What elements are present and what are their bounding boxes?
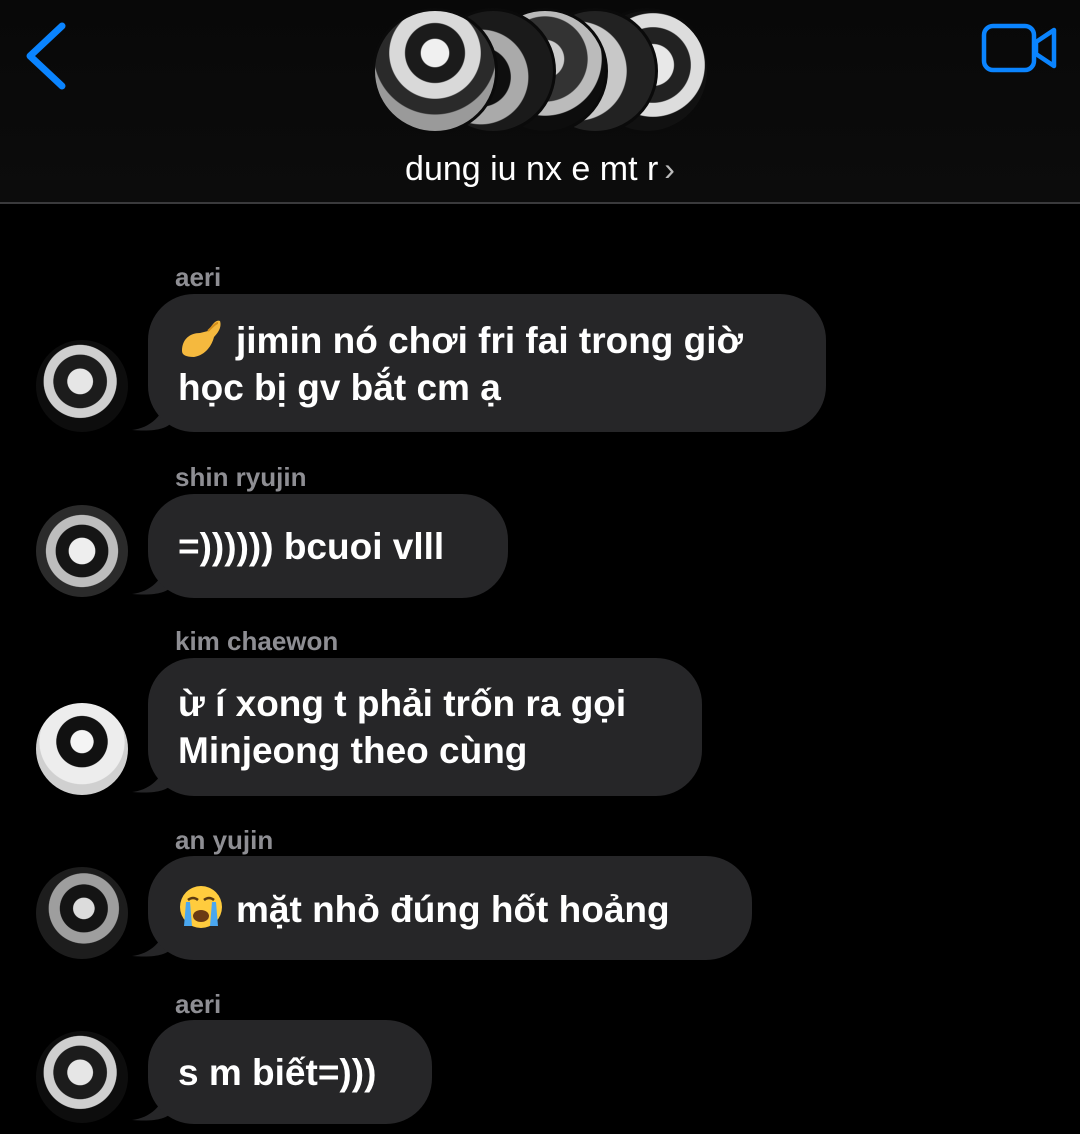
message-bubble[interactable]: mặt nhỏ đúng hốt hoảng (148, 856, 752, 960)
group-name-label: dung iu nx e mt r (405, 150, 659, 188)
loudly-crying-face-emoji-icon (180, 885, 222, 928)
message-bubble[interactable]: =)))))) bcuoi vlll (148, 494, 508, 598)
message-line: ừ í xong t phải trốn ra gọi (178, 683, 627, 724)
pinching-hand-emoji-icon (182, 320, 221, 357)
sender-name: aeri (175, 262, 222, 292)
sender-name: kim chaewon (175, 626, 339, 656)
message-bubble[interactable]: ừ í xong t phải trốn ra gọi Minjeong the… (148, 658, 702, 796)
message-text: s m biết=))) (178, 1051, 377, 1093)
avatar[interactable] (36, 505, 128, 597)
message-bubble[interactable]: s m biết=))) (148, 1020, 432, 1124)
message-bubble[interactable]: jimin nó chơi fri fai trong giờ học bị g… (148, 294, 826, 432)
video-camera-icon[interactable] (980, 20, 1060, 76)
group-member-avatar (372, 8, 498, 134)
chevron-right-icon: › (664, 151, 675, 187)
sender-name: shin ryujin (175, 462, 307, 492)
group-avatar-stack[interactable] (372, 8, 712, 138)
message-text: =)))))) bcuoi vlll (178, 525, 445, 567)
avatar[interactable] (36, 340, 128, 432)
sender-name: aeri (175, 989, 222, 1019)
message-line: Minjeong theo cùng (178, 730, 528, 771)
message-line: học bị gv bắt cm ạ (178, 367, 501, 408)
avatar[interactable] (36, 867, 128, 959)
group-name-button[interactable]: dung iu nx e mt r › (0, 150, 1080, 189)
avatar[interactable] (36, 703, 128, 795)
message-line: jimin nó chơi fri fai trong giờ (236, 320, 743, 361)
message-text: mặt nhỏ đúng hốt hoảng (236, 888, 670, 930)
back-chevron-icon[interactable] (18, 18, 78, 98)
sender-name: an yujin (175, 825, 274, 855)
avatar[interactable] (36, 1031, 128, 1123)
chat-header: dung iu nx e mt r › (0, 0, 1080, 204)
